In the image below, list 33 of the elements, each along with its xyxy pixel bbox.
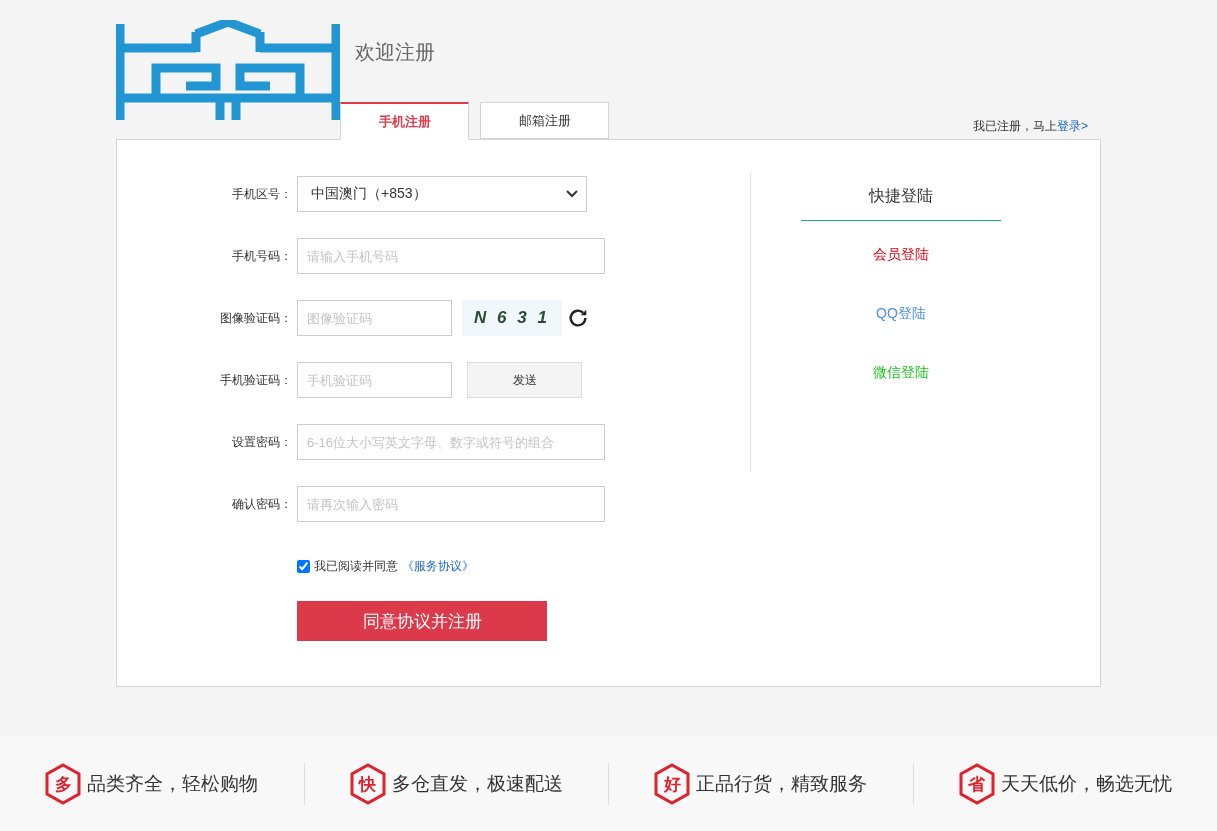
captcha-image: N 6 3 1	[462, 300, 562, 336]
page-title: 欢迎注册	[355, 40, 436, 65]
hexagon-badge: 快	[349, 763, 386, 805]
footer-slogan: 品类齐全，轻松购物	[87, 772, 259, 796]
agree-checkbox[interactable]	[297, 560, 310, 573]
login-option-link[interactable]: 会员登陆	[873, 246, 929, 264]
agreement-link[interactable]: 《服务协议》	[402, 558, 474, 575]
hexagon-badge: 省	[958, 763, 995, 805]
login-option-link[interactable]: QQ登陆	[876, 305, 926, 323]
refresh-icon[interactable]	[567, 307, 589, 329]
sms-code-input[interactable]: 手机验证码	[297, 362, 452, 398]
field-label: 确认密码：	[231, 495, 292, 513]
field-label: 手机验证码：	[219, 371, 292, 389]
hexagon-badge: 多	[45, 763, 82, 805]
field-label: 手机号码：	[231, 247, 292, 265]
login-link[interactable]: 登录>	[1057, 118, 1088, 135]
agree-text: 我已阅读并同意	[314, 558, 398, 575]
login-prompt: 我已注册，马上	[973, 118, 1057, 135]
footer-slogan: 多仓直发，极速配送	[391, 772, 563, 796]
chevron-down-icon	[566, 190, 578, 198]
hexagon-badge: 好	[654, 763, 691, 805]
register-tab[interactable]: 邮箱注册	[480, 102, 609, 139]
quick-login-title: 快捷登陆	[801, 173, 1001, 221]
footer-slogan: 天天低价，畅选无忧	[1000, 772, 1172, 796]
send-code-button[interactable]: 发送	[467, 362, 582, 398]
captcha-input[interactable]: 图像验证码	[297, 300, 452, 336]
footer-slogan: 正品行货，精致服务	[696, 772, 868, 796]
field-label: 设置密码：	[231, 433, 292, 451]
register-tab[interactable]: 手机注册	[340, 102, 469, 140]
field-label: 图像验证码：	[219, 309, 292, 327]
field-label: 手机区号：	[231, 185, 292, 203]
area-code-select[interactable]: 中国澳门（+853）	[297, 176, 587, 212]
register-button[interactable]: 同意协议并注册	[297, 601, 547, 641]
